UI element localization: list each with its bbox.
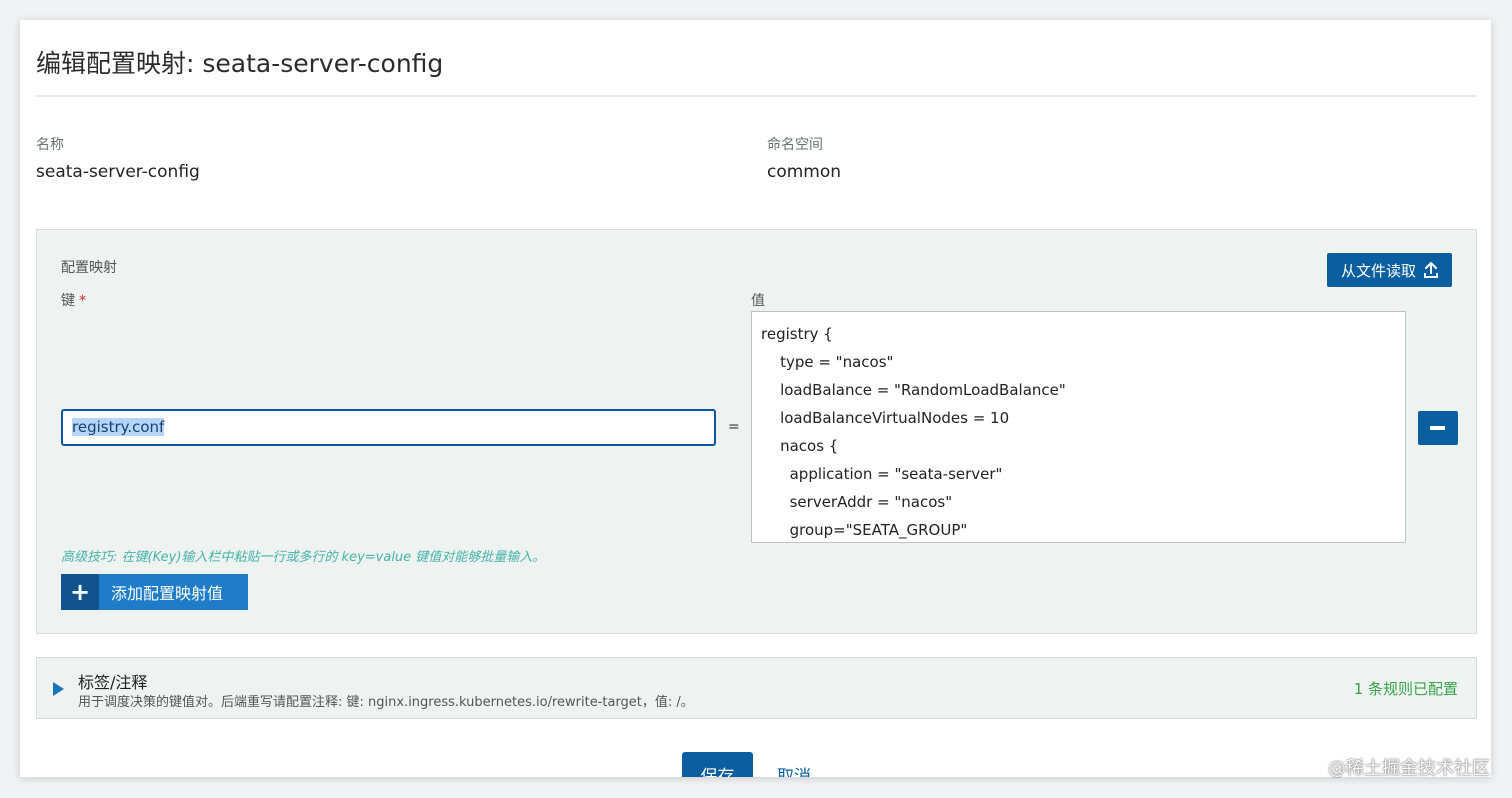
read-from-file-label: 从文件读取 [1340, 261, 1416, 280]
title-divider [36, 95, 1477, 97]
key-label: 键 * [61, 290, 86, 310]
upload-icon [1424, 262, 1438, 278]
namespace-label: 命名空间 [767, 137, 823, 153]
remove-entry-button[interactable] [1418, 411, 1458, 445]
watermark: @稀土掘金技术社区 [1328, 758, 1490, 779]
required-mark: * [79, 293, 86, 309]
expand-caret-icon[interactable] [53, 682, 64, 696]
value-line: application = "seata-server" [761, 465, 1003, 483]
value-textarea[interactable]: registry { type = "nacos" loadBalance = … [751, 311, 1406, 543]
cancel-button[interactable]: 取消 [777, 762, 811, 777]
configmap-section-title: 配置映射 [61, 260, 117, 276]
save-button[interactable]: 保存 [682, 752, 753, 777]
configmap-panel: 配置映射 从文件读取 键 * 值 registry.conf = registry… [36, 229, 1477, 634]
value-label: 值 [751, 293, 765, 309]
add-configmap-value-label: 添加配置映射值 [111, 584, 224, 603]
value-line: loadBalanceVirtualNodes = 10 [761, 409, 1010, 427]
plus-icon: + [61, 574, 99, 610]
advanced-tip: 高级技巧: 在键(Key)输入栏中粘贴一行或多行的 key=value 键值对能… [61, 550, 546, 565]
labels-title: 标签/注释 [78, 673, 148, 692]
edit-configmap-dialog: 编辑配置映射: seata-server-config 名称 seata-ser… [20, 20, 1491, 777]
read-from-file-button[interactable]: 从文件读取 [1327, 253, 1452, 287]
dialog-title: 编辑配置映射: seata-server-config [36, 49, 444, 78]
equals-sign: = [728, 419, 740, 435]
value-line: loadBalance = "RandomLoadBalance" [761, 381, 1066, 399]
value-line: registry { [761, 325, 833, 343]
key-input[interactable]: registry.conf [61, 409, 716, 446]
name-value: seata-server-config [36, 162, 200, 182]
value-line: type = "nacos" [761, 353, 894, 371]
namespace-value: common [767, 162, 842, 182]
add-configmap-value-button[interactable]: + 添加配置映射值 [61, 574, 248, 610]
value-line: nacos { [761, 437, 839, 455]
name-label: 名称 [36, 137, 64, 153]
rules-configured-status: 1 条规则已配置 [1353, 680, 1458, 698]
labels-annotations-section[interactable]: 标签/注释 用于调度决策的键值对。后端重写请配置注释: 键: nginx.ing… [36, 657, 1477, 719]
labels-description: 用于调度决策的键值对。后端重写请配置注释: 键: nginx.ingress.k… [78, 695, 694, 710]
value-line: group="SEATA_GROUP" [761, 521, 968, 539]
key-label-text: 键 [61, 293, 75, 309]
value-line: serverAddr = "nacos" [761, 493, 953, 511]
key-input-value: registry.conf [72, 418, 165, 436]
